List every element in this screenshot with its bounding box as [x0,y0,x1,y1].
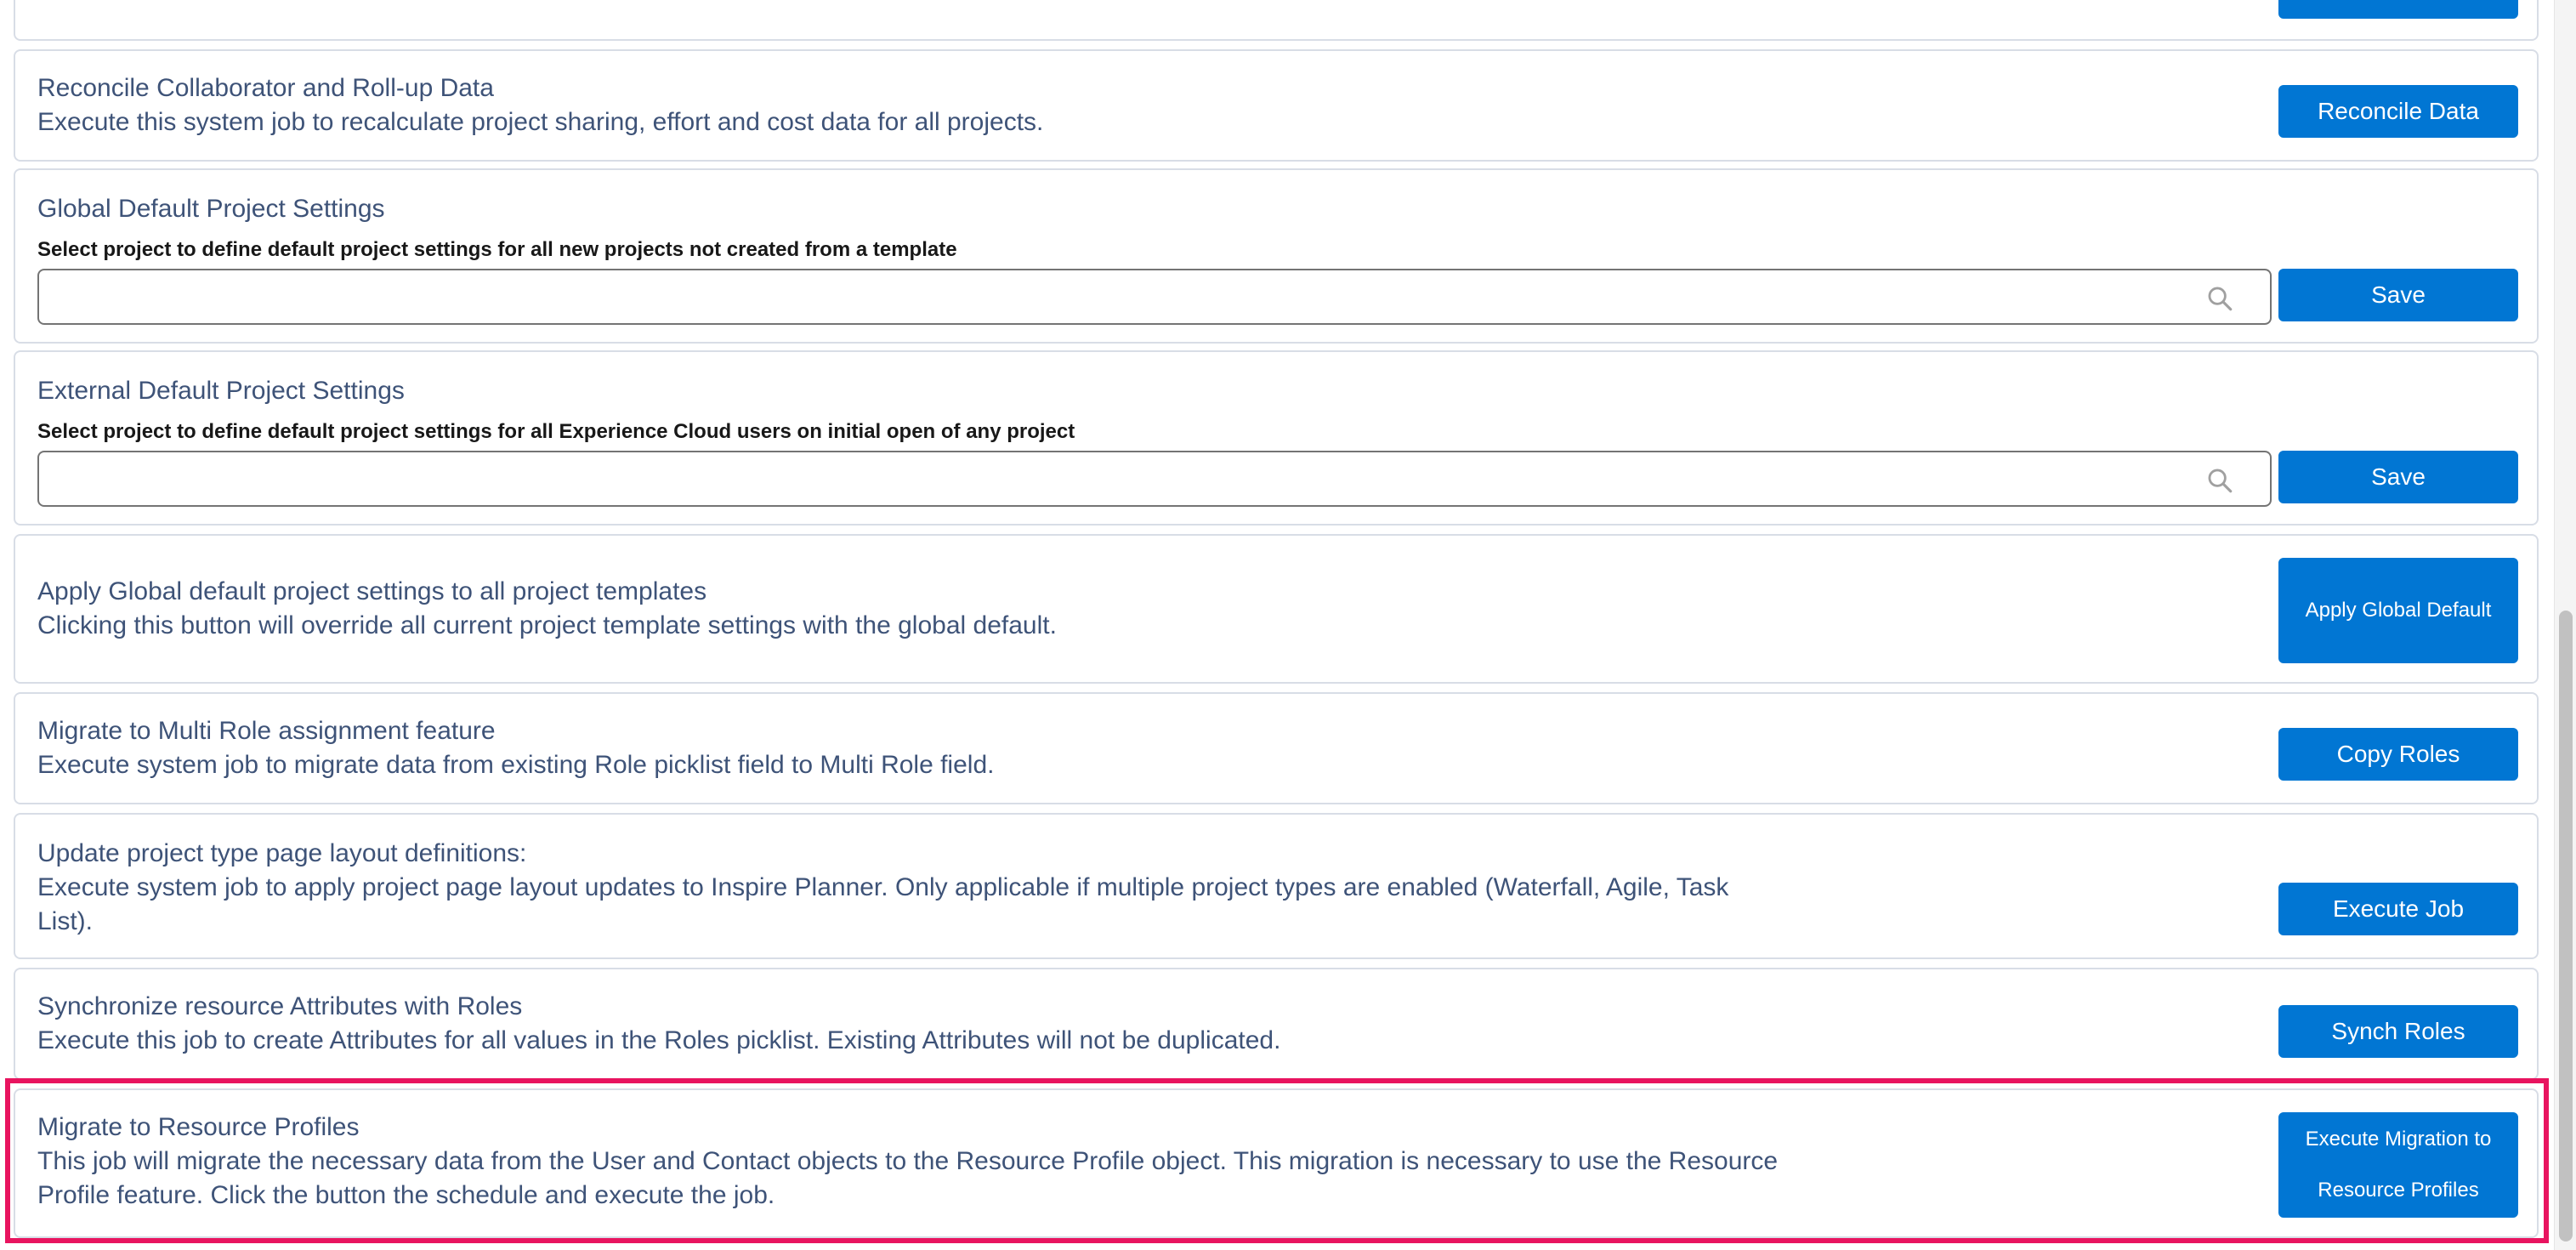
apply-global-description: Clicking this button will override all c… [37,611,1057,639]
search-icon [2208,469,2233,493]
execute-migration-button[interactable]: Execute Migration to Resource Profiles [2278,1112,2518,1218]
reconcile-card: Reconcile Collaborator and Roll-up Data … [14,49,2539,162]
apply-global-card: Apply Global default project settings to… [14,534,2539,684]
page-layout-title: Update project type page layout definiti… [37,839,527,867]
partial-top-card [14,0,2539,41]
reconcile-data-button[interactable]: Reconcile Data [2278,85,2518,138]
external-default-field-label: Select project to define default project… [37,420,1075,443]
admin-settings-page: Reconcile Collaborator and Roll-up Data … [0,0,2576,1250]
reconcile-title: Reconcile Collaborator and Roll-up Data [37,74,494,102]
global-default-project-lookup[interactable] [37,269,2272,325]
partial-top-button[interactable] [2278,0,2518,19]
copy-roles-button[interactable]: Copy Roles [2278,728,2518,781]
page-layout-card: Update project type page layout definiti… [14,813,2539,959]
synch-roles-card: Synchronize resource Attributes with Rol… [14,968,2539,1080]
partial-top-title [37,0,548,2]
reconcile-description: Execute this system job to recalculate p… [37,108,1044,136]
global-default-save-button[interactable]: Save [2278,269,2518,321]
synch-roles-title: Synchronize resource Attributes with Rol… [37,992,523,1020]
resource-profiles-card: Migrate to Resource Profiles This job wi… [14,1088,2539,1238]
external-default-save-button[interactable]: Save [2278,451,2518,503]
external-default-title: External Default Project Settings [37,377,405,405]
search-icon [2208,287,2233,311]
multi-role-description: Execute system job to migrate data from … [37,751,995,779]
global-default-field-label: Select project to define default project… [37,238,957,261]
external-default-card: External Default Project Settings Select… [14,350,2539,526]
external-default-project-lookup[interactable] [37,451,2272,507]
apply-global-title: Apply Global default project settings to… [37,577,707,605]
synch-roles-button[interactable]: Synch Roles [2278,1005,2518,1058]
scrollbar-thumb[interactable] [2559,611,2573,1241]
multi-role-card: Migrate to Multi Role assignment feature… [14,692,2539,804]
global-default-card: Global Default Project Settings Select p… [14,168,2539,344]
synch-roles-description: Execute this job to create Attributes fo… [37,1026,1281,1054]
execute-job-button[interactable]: Execute Job [2278,883,2518,935]
multi-role-title: Migrate to Multi Role assignment feature [37,717,496,745]
apply-global-default-button[interactable]: Apply Global Default [2278,558,2518,663]
global-default-title: Global Default Project Settings [37,195,385,223]
page-layout-description: Execute system job to apply project page… [37,873,1729,935]
resource-profiles-title: Migrate to Resource Profiles [37,1113,360,1141]
vertical-scrollbar[interactable] [2554,0,2576,1250]
resource-profiles-description: This job will migrate the necessary data… [37,1147,1779,1209]
